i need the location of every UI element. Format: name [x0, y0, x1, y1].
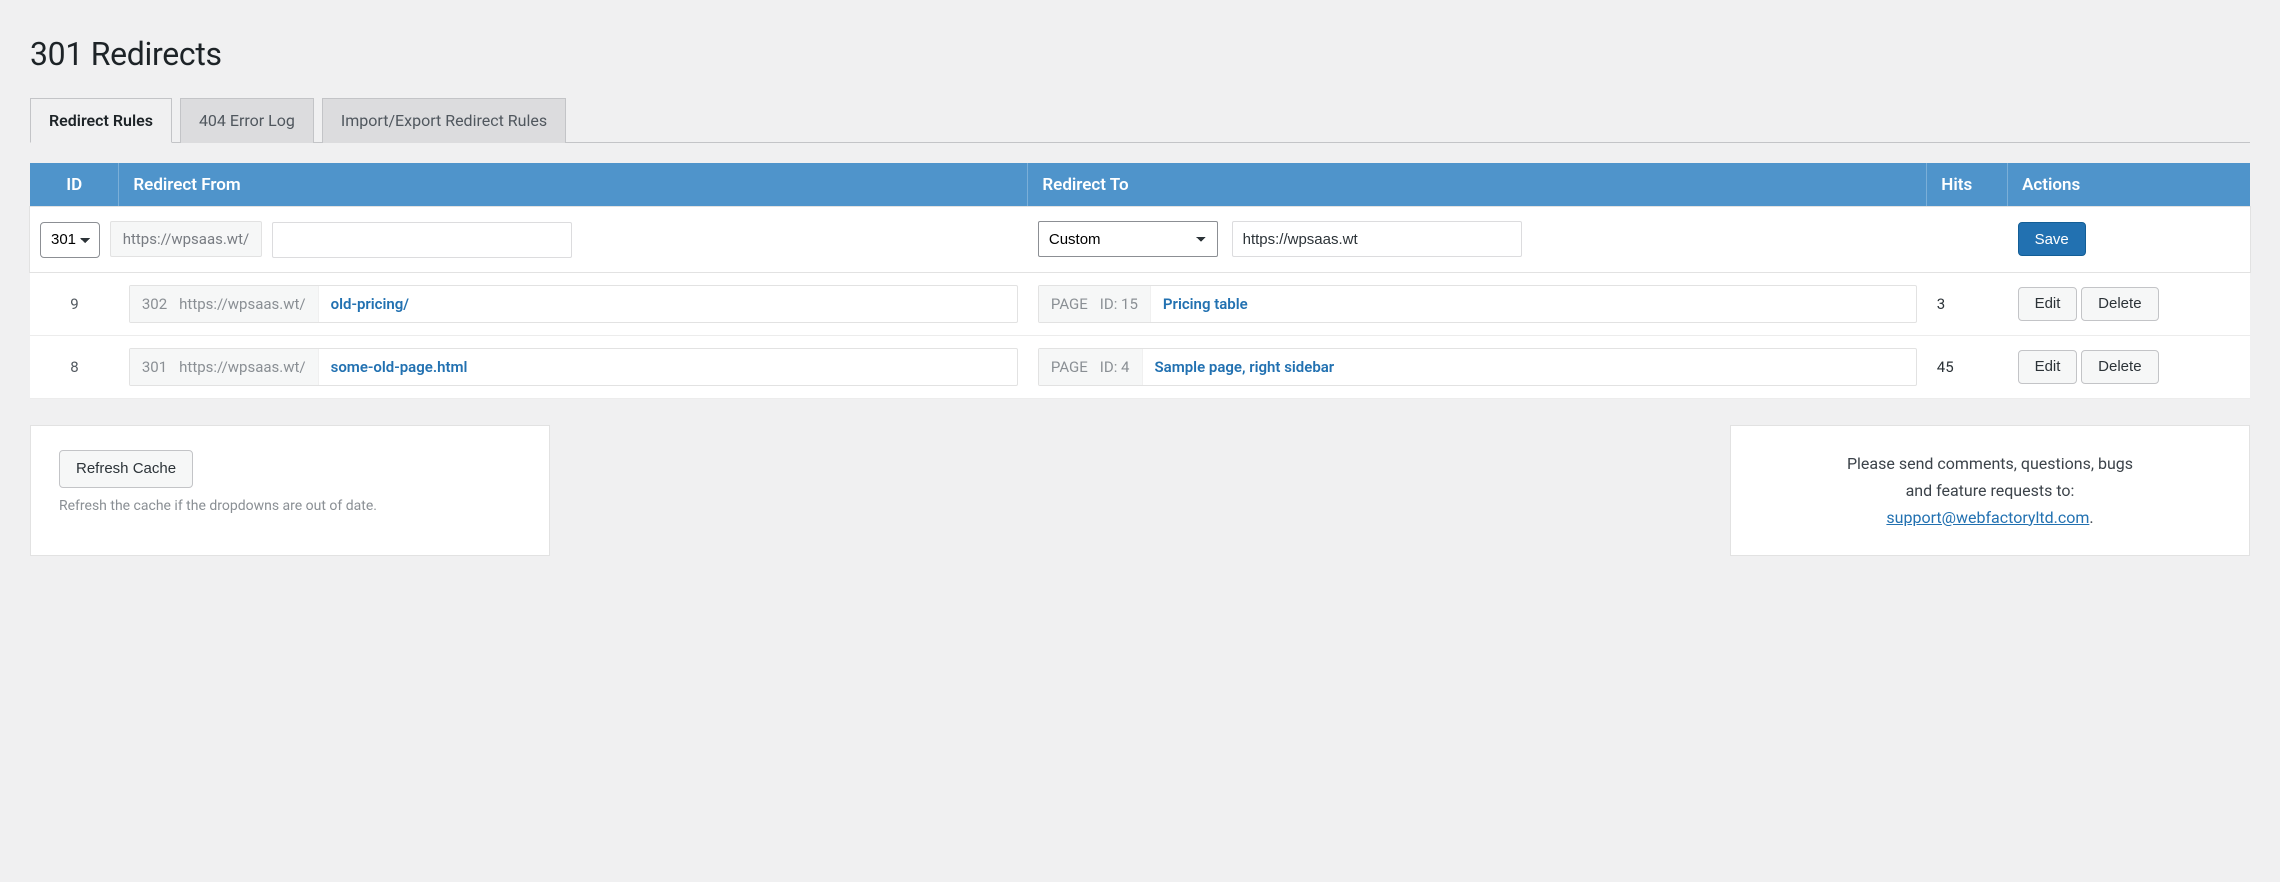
- tabs: Redirect Rules 404 Error Log Import/Expo…: [30, 98, 2250, 143]
- support-panel: Please send comments, questions, bugs an…: [1730, 425, 2250, 557]
- support-text-2: and feature requests to:: [1759, 477, 2221, 504]
- row-id: 8: [30, 335, 119, 398]
- row-to-title: Sample page, right sidebar: [1143, 358, 1335, 376]
- support-email-link[interactable]: support@webfactoryltd.com: [1886, 508, 2089, 527]
- tab-404-error-log[interactable]: 404 Error Log: [180, 98, 314, 143]
- row-id: 9: [30, 272, 119, 335]
- tab-redirect-rules[interactable]: Redirect Rules: [30, 98, 172, 143]
- edit-button[interactable]: Edit: [2018, 287, 2078, 321]
- support-text-1: Please send comments, questions, bugs: [1759, 450, 2221, 477]
- redirect-to-url-input[interactable]: [1232, 221, 1522, 257]
- save-button[interactable]: Save: [2018, 222, 2086, 256]
- row-hits: 3: [1927, 272, 2008, 335]
- refresh-cache-panel: Refresh Cache Refresh the cache if the d…: [30, 425, 550, 557]
- row-to-kind: PAGE: [1051, 295, 1088, 313]
- page-title: 301 Redirects: [30, 35, 2250, 73]
- row-code: 301: [142, 358, 167, 376]
- redirect-from-display: 301 https://wpsaas.wt/ some-old-page.htm…: [129, 348, 1018, 386]
- row-domain: https://wpsaas.wt/: [179, 358, 305, 376]
- redirect-code-select[interactable]: 301: [40, 222, 100, 258]
- redirect-from-display: 302 https://wpsaas.wt/ old-pricing/: [129, 285, 1018, 323]
- table-row: 8 301 https://wpsaas.wt/ some-old-page.h…: [30, 335, 2250, 398]
- column-header-from: Redirect From: [119, 163, 1028, 207]
- column-header-to: Redirect To: [1028, 163, 1927, 207]
- table-row: 9 302 https://wpsaas.wt/ old-pricing/ PA…: [30, 272, 2250, 335]
- redirect-from-slug-input[interactable]: [272, 222, 572, 258]
- row-domain: https://wpsaas.wt/: [179, 295, 305, 313]
- row-code: 302: [142, 295, 167, 313]
- delete-button[interactable]: Delete: [2081, 350, 2158, 384]
- column-header-id: ID: [30, 163, 119, 207]
- delete-button[interactable]: Delete: [2081, 287, 2158, 321]
- redirect-to-display: PAGE ID: 15 Pricing table: [1038, 285, 1917, 323]
- refresh-cache-button[interactable]: Refresh Cache: [59, 450, 193, 488]
- edit-button[interactable]: Edit: [2018, 350, 2078, 384]
- redirect-from-domain: https://wpsaas.wt/: [110, 221, 262, 257]
- row-to-kind: PAGE: [1051, 358, 1088, 376]
- row-slug: some-old-page.html: [319, 358, 468, 376]
- row-hits: 45: [1927, 335, 2008, 398]
- redirect-to-type-select[interactable]: Custom: [1038, 221, 1218, 257]
- row-to-title: Pricing table: [1151, 295, 1248, 313]
- tab-import-export[interactable]: Import/Export Redirect Rules: [322, 98, 566, 143]
- column-header-hits: Hits: [1927, 163, 2008, 207]
- row-to-id: ID: 4: [1100, 358, 1130, 376]
- rules-table: ID Redirect From Redirect To Hits Action…: [30, 163, 2250, 399]
- redirect-to-display: PAGE ID: 4 Sample page, right sidebar: [1038, 348, 1917, 386]
- row-slug: old-pricing/: [319, 295, 409, 313]
- row-to-id: ID: 15: [1100, 295, 1138, 313]
- refresh-cache-hint: Refresh the cache if the dropdowns are o…: [59, 498, 521, 514]
- column-header-actions: Actions: [2008, 163, 2250, 207]
